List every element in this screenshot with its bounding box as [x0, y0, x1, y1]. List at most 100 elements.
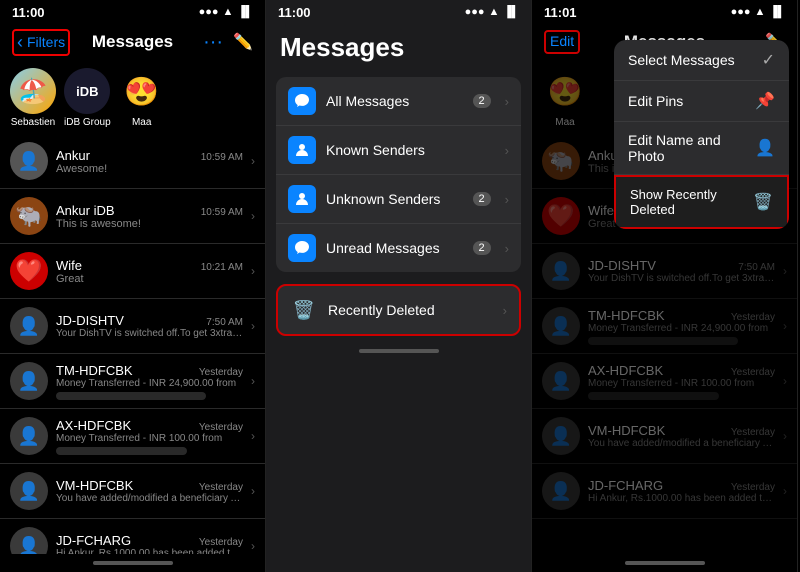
avatar-maa: 😍 — [119, 68, 165, 114]
back-arrow-icon: ‹ — [17, 32, 23, 53]
msg-vm-hdfcbk[interactable]: 👤 VM-HDFCBK Yesterday You have added/mod… — [0, 464, 265, 519]
msg-ankur[interactable]: 👤 Ankur 10:59 AM Awesome! › — [0, 134, 265, 189]
menu-title: Messages — [266, 22, 531, 71]
status-bar-1: 11:00 ●●● ▲ ▐▌ — [0, 0, 265, 22]
back-button-1[interactable]: ‹ Filters — [12, 29, 70, 56]
edit-name-photo-label: Edit Name and Photo — [628, 132, 755, 164]
signal-icon: ●●● — [199, 6, 219, 18]
home-indicator-3 — [532, 554, 797, 572]
menu-section-main: All Messages 2 › Known Senders › Unknown… — [276, 77, 521, 272]
msg-content-ankuridb: Ankur iDB 10:59 AM This is awesome! — [56, 203, 243, 230]
edit-dropdown: Select Messages ✓ Edit Pins 📌 Edit Name … — [614, 40, 789, 229]
wifi-icon-2: ▲ — [489, 6, 500, 18]
msg3-content-dishtv: JD-DISHTV 7:50 AM Your DishTV is switche… — [588, 258, 775, 284]
msg-avatar-vm: 👤 — [10, 472, 48, 510]
dropdown-edit-pins[interactable]: Edit Pins 📌 — [614, 81, 789, 122]
recently-deleted-icon: 🗑️ — [290, 296, 318, 324]
dropdown-edit-name-photo[interactable]: Edit Name and Photo 👤 — [614, 122, 789, 175]
home-indicator-1 — [0, 554, 265, 572]
msg3-content-tm: TM-HDFCBK Yesterday Money Transferred - … — [588, 308, 775, 345]
message-list-1: 👤 Ankur 10:59 AM Awesome! › 🐃 Ankur iDB … — [0, 134, 265, 554]
more-icon[interactable]: ··· — [203, 31, 223, 54]
msg3-avatar-vm: 👤 — [542, 417, 580, 455]
msg-time-jdfcharg: Yesterday — [199, 537, 243, 548]
avatar-idb: iDB — [64, 68, 110, 114]
msg-name-ax: AX-HDFCBK — [56, 418, 131, 433]
msg3-name-tm: TM-HDFCBK — [588, 308, 665, 323]
msg-time-vm: Yesterday — [199, 482, 243, 493]
msg-time-tm: Yesterday — [199, 367, 243, 378]
menu-item-all-messages[interactable]: All Messages 2 › — [276, 77, 521, 126]
msg-wife[interactable]: ❤️ Wife 10:21 AM Great › — [0, 244, 265, 299]
msg-content-tm: TM-HDFCBK Yesterday Money Transferred - … — [56, 363, 243, 400]
msg-preview-wife: Great — [56, 273, 243, 285]
menu-item-unread-messages[interactable]: Unread Messages 2 › — [276, 224, 521, 272]
select-messages-label: Select Messages — [628, 52, 735, 68]
unread-messages-icon — [288, 234, 316, 262]
msg-name-ankur: Ankur — [56, 148, 90, 163]
msg-avatar-jdfcharg: 👤 — [10, 527, 48, 554]
msg3-time-tm: Yesterday — [731, 312, 775, 323]
edit-pins-icon: 📌 — [755, 91, 775, 111]
blurred-tm — [56, 392, 206, 400]
battery-icon-2: ▐▌ — [503, 6, 519, 18]
unknown-senders-label: Unknown Senders — [326, 191, 463, 207]
msg-name-tm: TM-HDFCBK — [56, 363, 133, 378]
dropdown-select-messages[interactable]: Select Messages ✓ — [614, 40, 789, 81]
msg-dishtv[interactable]: 👤 JD-DISHTV 7:50 AM Your DishTV is switc… — [0, 299, 265, 354]
msg-preview-ankur: Awesome! — [56, 163, 243, 175]
msg-ax-hdfcbk[interactable]: 👤 AX-HDFCBK Yesterday Money Transferred … — [0, 409, 265, 464]
story-name-maa: Maa — [132, 117, 151, 128]
msg3-name-wife: Wife — [588, 203, 614, 218]
msg3-content-vm: VM-HDFCBK Yesterday You have added/modif… — [588, 423, 775, 449]
nav-actions-1: ··· ✏️ — [203, 31, 253, 54]
home-bar-2 — [359, 349, 439, 353]
msg-jd-fcharg[interactable]: 👤 JD-FCHARG Yesterday Hi Ankur, Rs.1000.… — [0, 519, 265, 554]
known-senders-label: Known Senders — [326, 142, 495, 158]
story-sebastien[interactable]: 🏖️ Sebastien — [10, 68, 56, 128]
show-recently-deleted-label: Show RecentlyDeleted — [630, 187, 717, 217]
msg3-avatar-tm: 👤 — [542, 307, 580, 345]
msg-tm-hdfcbk[interactable]: 👤 TM-HDFCBK Yesterday Money Transferred … — [0, 354, 265, 409]
compose-icon[interactable]: ✏️ — [233, 32, 253, 52]
msg3-name-ax: AX-HDFCBK — [588, 363, 663, 378]
msg-preview-tm: Money Transferred - INR 24,900.00 from — [56, 378, 243, 389]
story-name-idb: iDB Group — [64, 117, 111, 128]
story-maa[interactable]: 😍 Maa — [119, 68, 165, 128]
msg-ankuridb[interactable]: 🐃 Ankur iDB 10:59 AM This is awesome! › — [0, 189, 265, 244]
recently-deleted-item[interactable]: 🗑️ Recently Deleted › — [276, 284, 521, 336]
msg3-name-dishtv: JD-DISHTV — [588, 258, 656, 273]
msg3-time-dishtv: 7:50 AM — [738, 262, 775, 273]
msg3-preview-tm: Money Transferred - INR 24,900.00 from — [588, 323, 775, 334]
menu-item-known-senders[interactable]: Known Senders › — [276, 126, 521, 175]
msg3-avatar-ax: 👤 — [542, 362, 580, 400]
msg-avatar-ax: 👤 — [10, 417, 48, 455]
chevron-icon-jdfcharg: › — [251, 539, 255, 553]
chevron-icon-dishtv: › — [251, 319, 255, 333]
msg3-time-vm: Yesterday — [731, 427, 775, 438]
panel-2: 11:00 ●●● ▲ ▐▌ Messages All Messages 2 › — [266, 0, 532, 572]
avatar-sebastien: 🏖️ — [10, 68, 56, 114]
edit-button[interactable]: Edit — [544, 30, 580, 54]
status-time-2: 11:00 — [278, 5, 311, 20]
dropdown-show-recently-deleted[interactable]: Show RecentlyDeleted 🗑️ — [614, 175, 789, 229]
msg3-preview-vm: You have added/modified a beneficiary An… — [588, 438, 775, 449]
msg-time-ax: Yesterday — [199, 422, 243, 433]
panel-3: 11:01 ●●● ▲ ▐▌ Edit Messages ✏️ Select M… — [532, 0, 798, 572]
msg3-avatar-wife: ❤️ — [542, 197, 580, 235]
msg-content-wife: Wife 10:21 AM Great — [56, 258, 243, 285]
signal-icon-2: ●●● — [465, 6, 485, 18]
msg3-preview-ax: Money Transferred - INR 100.00 from — [588, 378, 775, 389]
story-maa-3: 😍 Maa — [542, 68, 588, 128]
nav-title-1: Messages — [92, 32, 173, 52]
menu-item-unknown-senders[interactable]: Unknown Senders 2 › — [276, 175, 521, 224]
chevron-icon-ax: › — [251, 429, 255, 443]
all-messages-icon — [288, 87, 316, 115]
known-senders-icon — [288, 136, 316, 164]
msg3-vm: 👤 VM-HDFCBK Yesterday You have added/mod… — [532, 409, 797, 464]
all-messages-label: All Messages — [326, 93, 463, 109]
avatar-maa-3: 😍 — [542, 68, 588, 114]
wifi-icon-3: ▲ — [755, 6, 766, 18]
msg-name-ankuridb: Ankur iDB — [56, 203, 115, 218]
story-idb[interactable]: iDB iDB Group — [64, 68, 111, 128]
